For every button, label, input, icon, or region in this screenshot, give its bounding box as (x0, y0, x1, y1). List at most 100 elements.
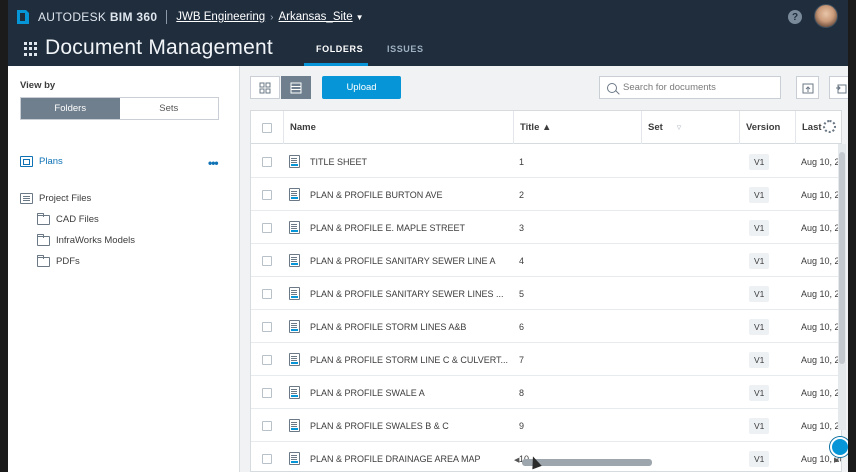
version-badge[interactable]: V1 (749, 384, 770, 401)
table-row[interactable]: PLAN & PROFILE DRAINAGE AREA MAP10V1Aug … (251, 442, 841, 471)
select-all-checkbox[interactable] (262, 122, 272, 133)
document-icon-cell (289, 211, 305, 244)
search-box (599, 76, 781, 99)
tab-issues[interactable]: ISSUES (387, 44, 424, 54)
version-cell: V1 (749, 145, 789, 178)
row-checkbox[interactable] (262, 222, 272, 233)
version-badge[interactable]: V1 (749, 285, 770, 302)
table-row[interactable]: PLAN & PROFILE E. MAPLE STREET 3 V1 Aug 10,… (251, 211, 841, 244)
version-badge[interactable]: V1 (749, 186, 770, 203)
chevron-down-icon[interactable]: ▼ (356, 13, 364, 22)
scroll-left-arrow-icon[interactable]: ◀ (514, 456, 519, 464)
project-selector[interactable]: Arkansas_Site (279, 11, 353, 23)
view-sets-button[interactable]: Sets (119, 98, 218, 119)
autodesk-logo-icon (17, 10, 29, 24)
version-badge[interactable]: V1 (749, 153, 770, 170)
row-checkbox[interactable] (262, 354, 272, 365)
gear-icon[interactable] (823, 120, 836, 133)
version-badge[interactable]: V1 (749, 219, 770, 236)
document-name[interactable]: PLAN & PROFILE STORM LINE C & CULVERT... (310, 343, 510, 376)
export-button[interactable] (796, 76, 819, 99)
help-icon[interactable]: ? (788, 10, 802, 24)
table-row[interactable]: PLAN & PROFILE SANITARY SEWER LINES ... 5… (251, 277, 841, 310)
folder-icon (37, 212, 50, 225)
document-name[interactable]: PLAN & PROFILE SWALE A (310, 376, 510, 409)
document-name[interactable]: PLAN & PROFILE SWALES B & C (310, 409, 510, 442)
document-title: 9 (519, 420, 525, 431)
row-checkbox[interactable] (262, 189, 272, 200)
table-row[interactable]: TITLE SHEET 1 V1 Aug 10, 20 (251, 145, 841, 178)
document-name[interactable]: PLAN & PROFILE BURTON AVE (310, 178, 510, 211)
list-view-button[interactable] (281, 76, 311, 99)
last-updated: Aug 10, 20 (801, 255, 842, 266)
row-checkbox-cell (262, 310, 282, 343)
search-input[interactable] (623, 82, 773, 93)
tree-item-plans[interactable]: Plans (20, 156, 63, 167)
thumbnail-view-button[interactable] (250, 76, 280, 99)
tree-item-label: Project Files (39, 193, 92, 204)
account-link[interactable]: JWB Engineering (176, 11, 265, 23)
scroll-right-arrow-icon[interactable]: ▶ (834, 456, 839, 464)
version-badge[interactable]: V1 (749, 252, 770, 269)
tree-item-infraworks-models[interactable]: InfraWorks Models (37, 233, 136, 246)
table-header: Name Title ▲ Set ▿ Version Last (251, 111, 841, 144)
folder-icon (37, 233, 50, 246)
row-checkbox[interactable] (262, 255, 272, 266)
tree-item-project-files[interactable]: Project Files (20, 193, 91, 204)
view-folders-button[interactable]: Folders (21, 98, 120, 119)
table-row[interactable]: PLAN & PROFILE BURTON AVE 2 V1 Aug 10, 20 (251, 178, 841, 211)
project-files-icon (20, 193, 33, 204)
document-name[interactable]: PLAN & PROFILE SANITARY SEWER LINES ... (310, 277, 510, 310)
search-icon (607, 82, 617, 93)
vertical-scroll-thumb[interactable] (839, 152, 845, 364)
document-icon-cell (289, 376, 305, 409)
table-row[interactable]: PLAN & PROFILE SANITARY SEWER LINE A 4 V1 A… (251, 244, 842, 277)
vertical-scrollbar[interactable] (838, 144, 846, 430)
row-checkbox[interactable] (262, 288, 272, 299)
document-icon (289, 386, 300, 399)
more-options-icon[interactable]: ••• (208, 156, 219, 170)
upload-button[interactable]: Upload (322, 76, 401, 99)
table-row[interactable]: PLAN & PROFILE STORM LINES A&B 6 V1 Aug 10,… (251, 310, 841, 343)
version-badge[interactable]: V1 (749, 417, 770, 434)
tab-folders[interactable]: FOLDERS (316, 44, 363, 54)
column-header-version[interactable]: Version (739, 111, 795, 144)
tree-item-pdfs[interactable]: PDFs (37, 254, 80, 267)
filter-icon[interactable]: ▿ (677, 122, 682, 133)
document-name[interactable]: PLAN & PROFILE SANITARY SEWER LINE A (310, 244, 510, 277)
document-name[interactable]: TITLE SHEET (310, 145, 510, 178)
row-checkbox[interactable] (262, 453, 272, 464)
tree-item-cad-files[interactable]: CAD Files (37, 212, 99, 225)
table-row[interactable]: PLAN & PROFILE SWALE A 8 V1 Aug 10, 20 (251, 376, 841, 409)
publish-button[interactable] (829, 76, 848, 99)
document-name[interactable]: PLAN & PROFILE E. MAPLE STREET (310, 211, 510, 244)
table-row[interactable]: PLAN & PROFILE SWALES B & C 9 V1 Aug 10, 20 (251, 409, 841, 442)
version-cell: V1 (749, 244, 789, 277)
column-header-title[interactable]: Title ▲ (513, 111, 641, 144)
row-checkbox[interactable] (262, 387, 272, 398)
table-row[interactable]: PLAN & PROFILE STORM LINE C & CULVERT...… (251, 343, 842, 376)
row-checkbox[interactable] (262, 321, 272, 332)
avatar[interactable] (814, 4, 838, 28)
last-updated: Aug 10, 20 (801, 354, 842, 365)
tree-item-label: InfraWorks Models (56, 235, 136, 246)
select-all-cell (251, 111, 283, 144)
version-badge[interactable]: V1 (749, 351, 770, 368)
document-title: 8 (519, 387, 525, 398)
row-checkbox[interactable] (262, 420, 272, 431)
document-icon-cell (289, 277, 305, 310)
column-header-set[interactable]: Set ▿ (641, 111, 739, 144)
document-name[interactable]: PLAN & PROFILE STORM LINES A&B (310, 310, 510, 343)
horizontal-scrollbar[interactable]: ◀ ▶ (512, 456, 839, 466)
row-checkbox[interactable] (262, 156, 272, 167)
assistant-help-button[interactable] (830, 437, 848, 457)
document-icon (289, 254, 300, 267)
document-icon (289, 353, 300, 366)
row-checkbox-cell (262, 211, 282, 244)
document-title: 5 (519, 288, 525, 299)
document-name[interactable]: PLAN & PROFILE DRAINAGE AREA MAP (310, 442, 510, 471)
document-icon-cell (289, 310, 305, 343)
version-badge[interactable]: V1 (749, 318, 770, 335)
column-header-name[interactable]: Name (283, 111, 513, 144)
grid-icon[interactable] (24, 42, 38, 56)
